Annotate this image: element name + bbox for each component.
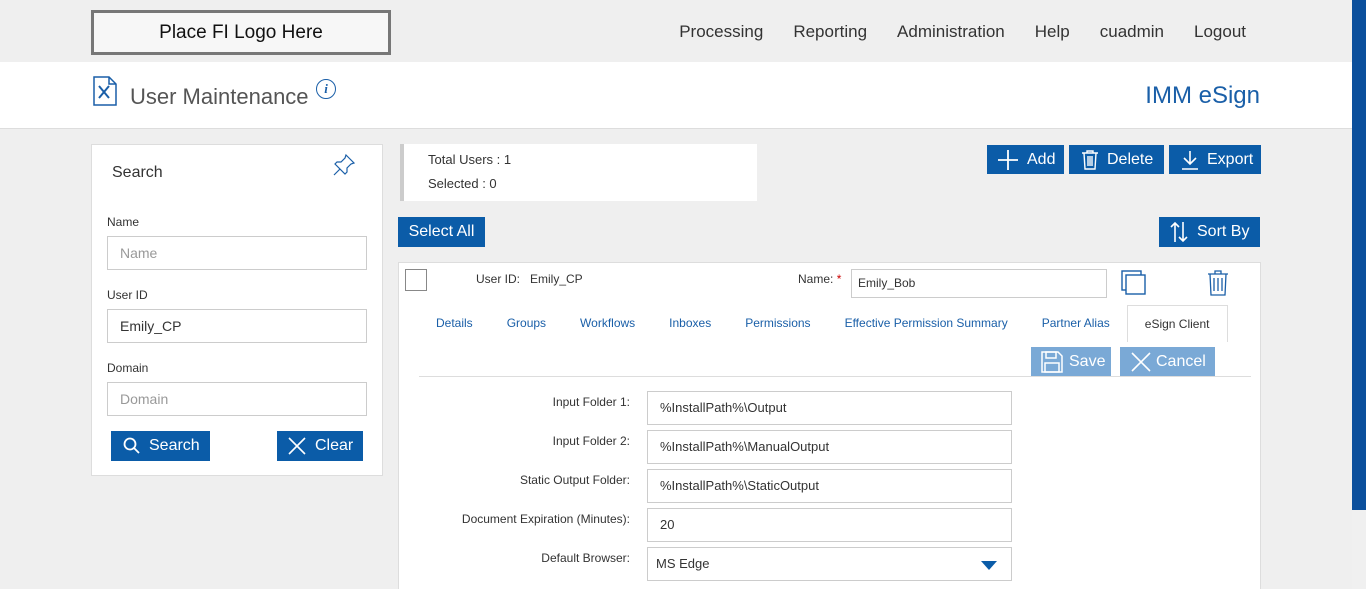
- tab-groups[interactable]: Groups: [490, 305, 563, 342]
- top-bar: Place FI Logo Here Processing Reporting …: [0, 0, 1366, 62]
- save-button[interactable]: Save: [1031, 347, 1111, 376]
- add-button-label: Add: [1027, 150, 1056, 168]
- static-output-folder-label: Static Output Folder:: [519, 473, 630, 487]
- userid-input[interactable]: Emily_CP: [107, 309, 367, 343]
- select-all-button[interactable]: Select All: [398, 217, 485, 247]
- save-icon: [1041, 350, 1063, 373]
- plus-icon: [998, 149, 1018, 170]
- domain-label: Domain: [107, 361, 149, 375]
- static-output-folder-field[interactable]: %InstallPath%\StaticOutput: [647, 469, 1012, 503]
- tab-details[interactable]: Details: [419, 305, 490, 342]
- input-folder-1-field[interactable]: %InstallPath%\Output: [647, 391, 1012, 425]
- sort-icon: [1170, 221, 1188, 243]
- input-folder-2-label: Input Folder 2:: [552, 434, 630, 448]
- search-button[interactable]: Search: [111, 431, 210, 461]
- userid-label: User ID: [107, 288, 148, 302]
- scrollbar-thumb[interactable]: [1352, 0, 1366, 510]
- name-input[interactable]: Name: [107, 236, 367, 270]
- search-button-label: Search: [149, 437, 200, 454]
- user-name-input[interactable]: Emily_Bob: [851, 269, 1107, 298]
- search-panel-title: Search: [112, 164, 163, 181]
- tab-divider: [419, 376, 1251, 377]
- nav-reporting[interactable]: Reporting: [793, 22, 867, 42]
- name-field-label: Name: *: [798, 272, 841, 286]
- sort-by-label: Sort By: [1197, 223, 1250, 240]
- selected-count: Selected : 0: [428, 176, 497, 191]
- delete-button[interactable]: Delete: [1069, 145, 1164, 174]
- user-counts: Total Users : 1 Selected : 0: [400, 144, 757, 201]
- nav-logout[interactable]: Logout: [1194, 22, 1246, 42]
- product-brand: IMM eSign: [1145, 82, 1260, 109]
- delete-user-icon[interactable]: [1207, 270, 1229, 296]
- tab-permissions[interactable]: Permissions: [728, 305, 827, 342]
- default-browser-label: Default Browser:: [541, 551, 630, 565]
- userid-field-value: Emily_CP: [530, 272, 583, 286]
- chevron-down-icon: [981, 561, 997, 570]
- name-label: Name: [107, 215, 140, 229]
- page-title: User Maintenance: [130, 84, 309, 109]
- search-panel: Search Name Name User ID Emily_CP Domain…: [91, 144, 383, 476]
- export-button[interactable]: Export: [1169, 145, 1261, 174]
- total-users: Total Users : 1: [428, 152, 512, 167]
- clear-button[interactable]: Clear: [277, 431, 363, 461]
- tab-inboxes[interactable]: Inboxes: [652, 305, 728, 342]
- user-tabs: Details Groups Workflows Inboxes Permiss…: [419, 305, 1228, 342]
- cancel-button-label: Cancel: [1156, 352, 1206, 370]
- close-icon: [1131, 351, 1151, 372]
- default-browser-value: MS Edge: [656, 556, 710, 571]
- add-button[interactable]: Add: [987, 145, 1064, 174]
- name-field-label-text: Name:: [798, 272, 834, 286]
- close-icon: [288, 437, 306, 455]
- main-nav: Processing Reporting Administration Help…: [649, 22, 1246, 42]
- delete-button-label: Delete: [1107, 150, 1154, 168]
- copy-icon[interactable]: [1121, 270, 1147, 296]
- tab-partner-alias[interactable]: Partner Alias: [1025, 305, 1127, 342]
- pin-icon[interactable]: [332, 153, 356, 177]
- nav-processing[interactable]: Processing: [679, 22, 763, 42]
- input-folder-1-label: Input Folder 1:: [552, 395, 630, 409]
- nav-help[interactable]: Help: [1035, 22, 1070, 42]
- download-icon: [1182, 150, 1198, 170]
- document-expiration-label: Document Expiration (Minutes):: [461, 512, 630, 526]
- info-icon[interactable]: i: [316, 79, 336, 99]
- default-browser-select[interactable]: MS Edge: [647, 547, 1012, 581]
- trash-icon: [1082, 149, 1098, 170]
- save-button-label: Save: [1069, 352, 1106, 370]
- user-maintenance-icon: [93, 76, 117, 106]
- required-marker: *: [836, 272, 842, 286]
- search-icon: [123, 437, 140, 454]
- page-scrollbar[interactable]: [1352, 0, 1366, 589]
- domain-input[interactable]: Domain: [107, 382, 367, 416]
- sort-by-button[interactable]: Sort By: [1159, 217, 1260, 247]
- page-header: User Maintenance i IMM eSign: [0, 62, 1352, 129]
- userid-field-label: User ID:: [476, 272, 521, 286]
- user-select-checkbox[interactable]: [405, 269, 427, 291]
- export-button-label: Export: [1207, 150, 1254, 168]
- nav-user-account[interactable]: cuadmin: [1100, 22, 1164, 42]
- document-expiration-field[interactable]: 20: [647, 508, 1012, 542]
- fi-logo-placeholder: Place FI Logo Here: [91, 10, 391, 55]
- tab-effective-permission-summary[interactable]: Effective Permission Summary: [828, 305, 1025, 342]
- nav-administration[interactable]: Administration: [897, 22, 1005, 42]
- tab-workflows[interactable]: Workflows: [563, 305, 652, 342]
- input-folder-2-field[interactable]: %InstallPath%\ManualOutput: [647, 430, 1012, 464]
- user-card: User ID: Emily_CP Name: * Emily_Bob Deta…: [398, 262, 1261, 589]
- tab-esign-client[interactable]: eSign Client: [1126, 305, 1228, 342]
- cancel-button[interactable]: Cancel: [1120, 347, 1215, 376]
- clear-button-label: Clear: [315, 437, 354, 454]
